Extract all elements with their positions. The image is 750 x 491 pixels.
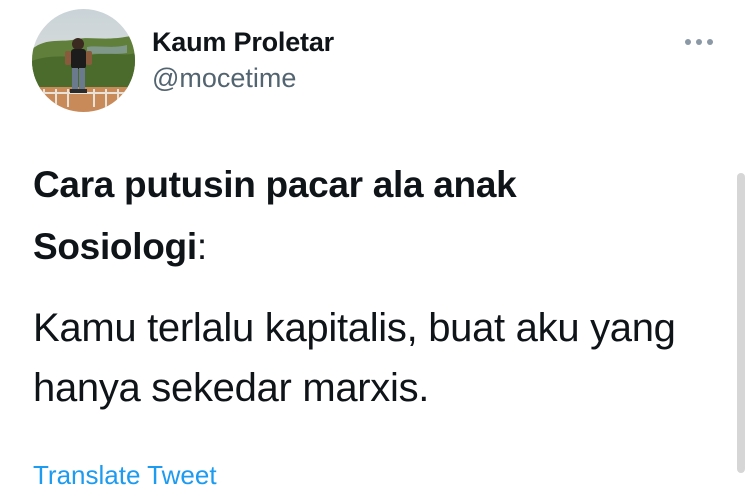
tweet-text-line: Cara putusin pacar ala anak <box>33 164 517 205</box>
tweet-text-line: Kamu terlalu kapitalis, buat aku yang <box>33 306 676 350</box>
author-handle[interactable]: @mocetime <box>152 63 296 94</box>
more-options-button[interactable] <box>680 28 720 56</box>
tweet-text-colon: : <box>196 226 207 267</box>
author-display-name[interactable]: Kaum Proletar <box>152 27 334 58</box>
scrollbar-thumb[interactable] <box>737 173 745 473</box>
tweet-text-bold: Sosiologi <box>33 226 197 267</box>
tweet-text-line: Sosiologi: <box>33 226 207 268</box>
more-horizontal-icon <box>685 39 713 45</box>
avatar[interactable] <box>32 9 135 112</box>
tweet-text-line: hanya sekedar marxis. <box>33 366 430 410</box>
translate-tweet-link[interactable]: Translate Tweet <box>33 460 217 491</box>
profile-photo-icon <box>32 9 135 112</box>
tweet-card: Kaum Proletar @mocetime Cara putusin pac… <box>0 0 750 490</box>
